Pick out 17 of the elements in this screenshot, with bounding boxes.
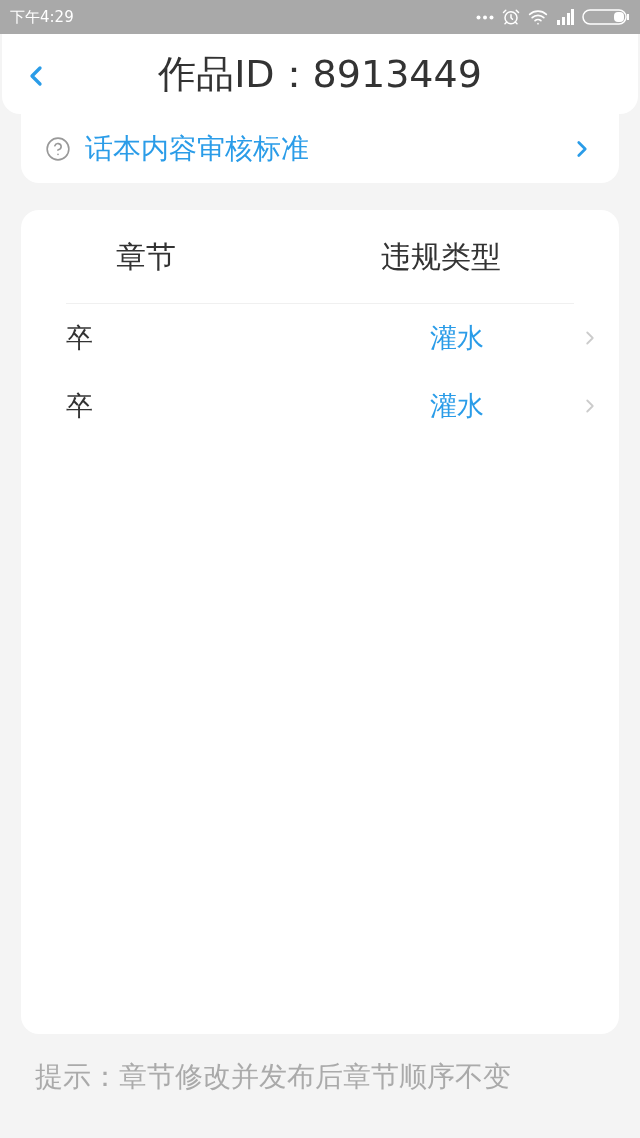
page-title: 作品ID：8913449 <box>158 50 482 98</box>
help-icon <box>45 135 71 162</box>
column-header: 章节 <box>115 238 177 276</box>
chapter-cell-text: 卒 <box>66 320 94 355</box>
chapter-cell-text: 卒 <box>66 388 94 423</box>
more-dots-icon <box>476 14 494 20</box>
hint-text: 提示：章节修改并发布后章节顺序不变 <box>35 1059 512 1095</box>
violation-row[interactable]: 卒 灌水 <box>21 304 619 372</box>
violation-cell-text: 灌水 <box>430 320 485 355</box>
column-header: 违规类型 <box>380 238 501 276</box>
battery-icon <box>582 9 630 25</box>
violation-cell-text: 灌水 <box>430 388 485 423</box>
alarm-icon <box>502 8 520 26</box>
violation-row[interactable]: 卒 灌水 <box>21 372 619 440</box>
status-time: 下午4:29 <box>10 6 74 28</box>
wifi-icon <box>528 7 548 27</box>
signal-icon <box>556 9 574 25</box>
